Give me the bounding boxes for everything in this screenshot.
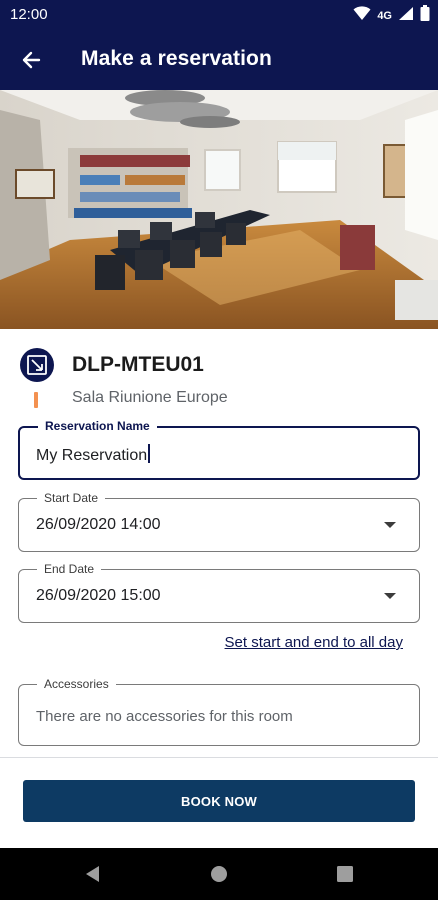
room-name: Sala Riunione Europe bbox=[72, 389, 228, 406]
nav-home-button[interactable] bbox=[207, 862, 231, 886]
system-nav-bar bbox=[0, 848, 438, 900]
reservation-name-label: Reservation Name bbox=[38, 418, 157, 434]
accessories-label: Accessories bbox=[37, 676, 116, 692]
meeting-room-photo bbox=[0, 90, 438, 329]
reservation-name-value: My Reservation bbox=[36, 447, 148, 464]
accessories-field: Accessories There are no accessories for… bbox=[18, 676, 420, 746]
footer-divider bbox=[0, 757, 438, 758]
room-icon bbox=[20, 348, 54, 382]
start-date-field[interactable]: Start Date 26/09/2020 14:00 bbox=[18, 490, 420, 552]
text-caret bbox=[148, 444, 150, 463]
back-button[interactable] bbox=[14, 43, 48, 77]
page-title: Make a reservation bbox=[81, 47, 272, 70]
end-date-value: 26/09/2020 15:00 bbox=[36, 587, 161, 604]
room-accent-bar bbox=[34, 392, 38, 408]
start-date-label: Start Date bbox=[37, 490, 106, 506]
status-bar: 12:00 4G bbox=[0, 0, 438, 28]
status-icons: 4G bbox=[353, 5, 430, 26]
accessories-empty-text: There are no accessories for this room bbox=[36, 708, 293, 725]
nav-back-button[interactable] bbox=[81, 862, 105, 886]
chevron-down-icon[interactable] bbox=[384, 593, 396, 599]
arrow-left-icon bbox=[22, 51, 41, 69]
status-time: 12:00 bbox=[10, 6, 48, 23]
recents-square-icon bbox=[337, 866, 353, 882]
battery-icon bbox=[420, 5, 430, 26]
reservation-name-field[interactable]: Reservation Name My Reservation bbox=[18, 418, 420, 480]
end-date-label: End Date bbox=[37, 561, 102, 577]
back-triangle-icon bbox=[86, 866, 99, 882]
nav-recents-button[interactable] bbox=[333, 862, 357, 886]
home-circle-icon bbox=[211, 866, 227, 882]
signal-icon bbox=[398, 6, 414, 26]
room-code: DLP-MTEU01 bbox=[72, 353, 204, 376]
app-bar: Make a reservation bbox=[0, 28, 438, 90]
chevron-down-icon[interactable] bbox=[384, 522, 396, 528]
room-header: DLP-MTEU01 Sala Riunione Europe bbox=[0, 340, 438, 412]
book-now-button[interactable]: BOOK NOW bbox=[23, 780, 415, 822]
reservation-name-input[interactable]: My Reservation bbox=[36, 444, 150, 465]
wifi-icon bbox=[353, 5, 371, 26]
set-all-day-link[interactable]: Set start and end to all day bbox=[225, 634, 403, 651]
start-date-value: 26/09/2020 14:00 bbox=[36, 516, 161, 533]
network-type: 4G bbox=[377, 9, 392, 22]
end-date-field[interactable]: End Date 26/09/2020 15:00 bbox=[18, 561, 420, 623]
